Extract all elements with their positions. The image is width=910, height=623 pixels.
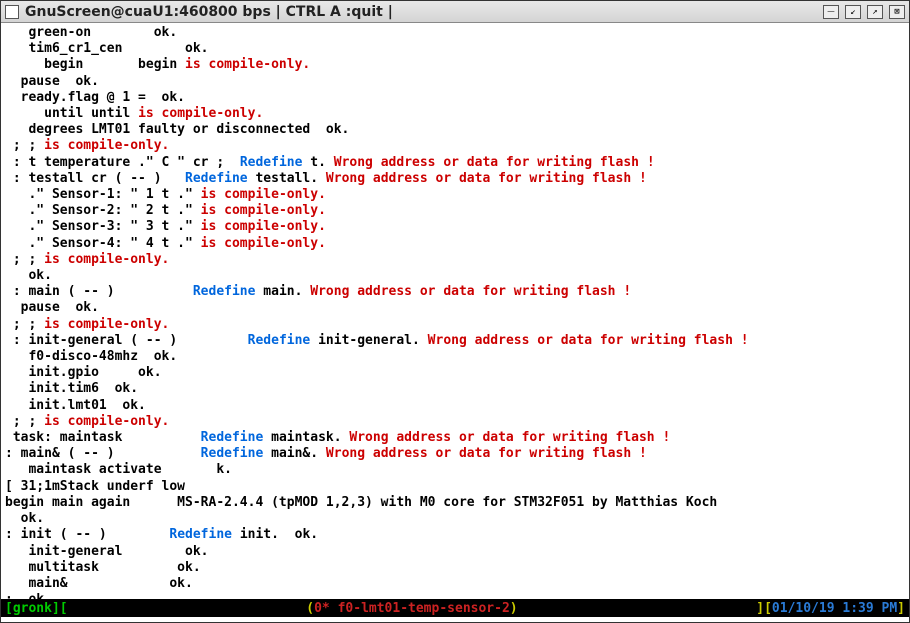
terminal-line: main& ok. [5,576,905,592]
terminal-line: [ 31;1mStack underf low [5,479,905,495]
terminal-line: begin begin is compile-only. [5,57,905,73]
status-window-list: (0* f0-lmt01-temp-sensor-2) [68,601,757,616]
terminal-line: ; ; is compile-only. [5,317,905,333]
terminal-line: ." Sensor-3: " 3 t ." is compile-only. [5,219,905,235]
terminal-line: ; ; is compile-only. [5,252,905,268]
terminal-line: ; ; is compile-only. [5,138,905,154]
terminal-line: : init-general ( -- ) Redefine init-gene… [5,333,905,349]
terminal-line: ." Sensor-1: " 1 t ." is compile-only. [5,187,905,203]
screen-statusbar: [gronk][ (0* f0-lmt01-temp-sensor-2) ][0… [1,599,909,617]
window-rollup-button[interactable]: ⏤ [823,5,839,19]
window-close-button[interactable]: ⊠ [889,5,905,19]
terminal-line: : testall cr ( -- ) Redefine testall. Wr… [5,171,905,187]
terminal-line: ." Sensor-4: " 4 t ." is compile-only. [5,236,905,252]
terminal-line: : init ( -- ) Redefine init. ok. [5,527,905,543]
terminal-line: ok. [5,268,905,284]
terminal-line: maintask activate k. [5,462,905,478]
window-titlebar: GnuScreen@cuaU1:460800 bps | CTRL A :qui… [1,1,909,23]
status-clock: ][01/10/19 1:39 PM] [756,601,905,616]
terminal-line: ; ok. [5,592,905,599]
terminal-line: ready.flag @ 1 = ok. [5,90,905,106]
terminal-line: green-on ok. [5,25,905,41]
terminal-line: init-general ok. [5,544,905,560]
terminal-line: multitask ok. [5,560,905,576]
terminal-line: : main ( -- ) Redefine main. Wrong addre… [5,284,905,300]
terminal-line: : t temperature ." C " cr ; Redefine t. … [5,155,905,171]
terminal-line: begin main again MS-RA-2.4.4 (tpMOD 1,2,… [5,495,905,511]
terminal-output[interactable]: green-on ok. tim6_cr1_cen ok. begin begi… [1,23,909,599]
terminal-line: tim6_cr1_cen ok. [5,41,905,57]
status-host: [gronk][ [5,601,68,616]
window-title: GnuScreen@cuaU1:460800 bps | CTRL A :qui… [25,4,817,20]
terminal-line: until until is compile-only. [5,106,905,122]
terminal-line: init.gpio ok. [5,365,905,381]
window-minimize-button[interactable]: ↙ [845,5,861,19]
terminal-line: ." Sensor-2: " 2 t ." is compile-only. [5,203,905,219]
window-maximize-button[interactable]: ↗ [867,5,883,19]
terminal-line: ok. [5,511,905,527]
terminal-line: : main& ( -- ) Redefine main&. Wrong add… [5,446,905,462]
terminal-line: init.tim6 ok. [5,381,905,397]
terminal-line: task: maintask Redefine maintask. Wrong … [5,430,905,446]
terminal-line: init.lmt01 ok. [5,398,905,414]
app-icon [5,5,19,19]
terminal-line: degrees LMT01 faulty or disconnected ok. [5,122,905,138]
terminal-line: pause ok. [5,74,905,90]
terminal-line: pause ok. [5,300,905,316]
terminal-line: ; ; is compile-only. [5,414,905,430]
terminal-line: f0-disco-48mhz ok. [5,349,905,365]
